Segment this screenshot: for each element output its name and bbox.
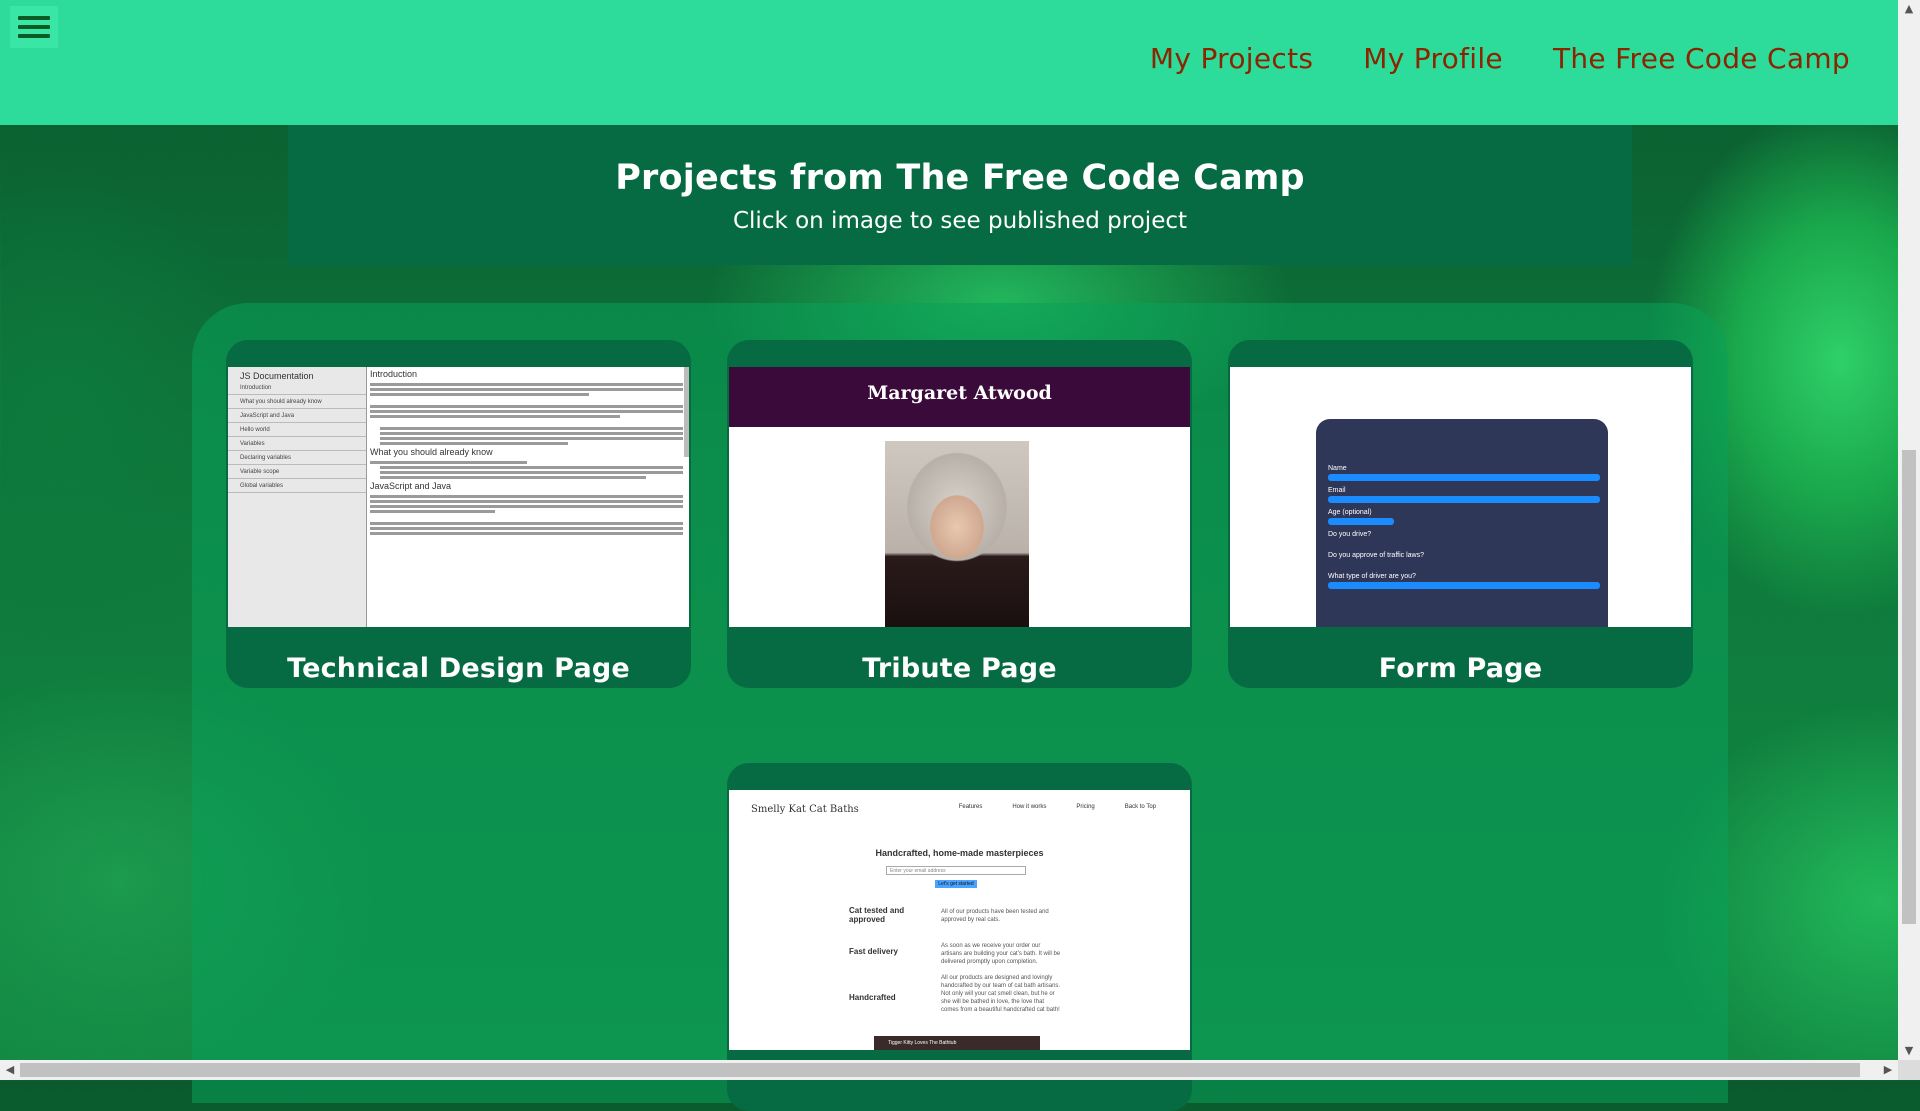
thumb-video: Tigger Kitty Loves The Bathtub (874, 1036, 1040, 1050)
thumb-sidebar-item: Variable scope (228, 465, 366, 479)
thumb-feature: Cat tested and approved (849, 906, 905, 924)
horizontal-scrollbar[interactable]: ◀ ▶ (0, 1060, 1898, 1080)
thumb-field-label: Name (1328, 465, 1347, 472)
project-card-product-landing: Smelly Kat Cat Baths Features How it wor… (727, 763, 1192, 1111)
thumb-feature-desc: As soon as we receive your order our art… (941, 943, 1061, 965)
thumb-feature: Fast delivery (849, 947, 898, 956)
nav-links: My Projects My Profile The Free Code Cam… (1150, 42, 1850, 75)
scrollbar-corner (1898, 1060, 1920, 1080)
thumb-email-field: Enter your email address (886, 866, 1026, 875)
thumb-field-label: What type of driver are you? (1328, 573, 1416, 580)
thumb-cta-button: Let's get started (935, 880, 977, 888)
projects-header: Projects from The Free Code Camp Click o… (288, 125, 1632, 265)
scroll-right-arrow-icon[interactable]: ▶ (1878, 1061, 1898, 1079)
vertical-scroll-thumb[interactable] (1902, 450, 1916, 924)
thumb-feature: Handcrafted (849, 993, 896, 1002)
portrait-image (885, 441, 1029, 627)
thumb-sidebar-item: Introduction (228, 381, 366, 395)
thumb-tribute-title: Margaret Atwood (729, 367, 1190, 427)
vertical-scrollbar[interactable]: ▲ ▼ (1898, 0, 1920, 1060)
project-caption: Tribute Page (862, 653, 1057, 684)
thumb-sidebar-item: What you should already know (228, 395, 366, 409)
thumb-heading: Introduction (370, 369, 418, 379)
project-card-technical-design: JS Documentation Introduction What you s… (226, 340, 691, 688)
thumb-field-label: Do you approve of traffic laws? (1328, 552, 1424, 559)
thumb-survey-subtitle: Do YOU have a ticket to ride? (1401, 396, 1520, 406)
thumb-nav-item: How it works (1012, 804, 1047, 810)
thumb-sidebar-item: Global variables (228, 479, 366, 493)
thumb-heading: What you should already know (370, 447, 493, 457)
project-caption: Form Page (1378, 653, 1543, 684)
thumb-survey-form: Name Email Age (optional) Do you drive? … (1316, 419, 1608, 627)
thumb-feature-desc: All of our products have been tested and… (941, 909, 1049, 923)
thumb-sidebar-item: JavaScript and Java (228, 409, 366, 423)
nav-link-my-projects[interactable]: My Projects (1150, 42, 1313, 75)
page-subtitle: Click on image to see published project (732, 208, 1188, 234)
hamburger-menu-icon[interactable] (10, 6, 58, 48)
thumb-field-label: Age (optional) (1328, 509, 1372, 516)
thumb-nav-item: Back to Top (1124, 804, 1156, 810)
thumb-sidebar-title: JS Documentation (240, 371, 314, 381)
thumb-nav: Features How it works Pricing Back to To… (959, 804, 1156, 810)
thumb-sidebar: JS Documentation Introduction What you s… (228, 367, 367, 627)
scroll-left-arrow-icon[interactable]: ◀ (0, 1061, 20, 1079)
project-thumbnail-product-landing[interactable]: Smelly Kat Cat Baths Features How it wor… (729, 790, 1190, 1050)
top-navbar: My Projects My Profile The Free Code Cam… (0, 0, 1898, 125)
scroll-up-arrow-icon[interactable]: ▲ (1899, 0, 1919, 18)
thumb-sidebar-item: Variables (228, 437, 366, 451)
nav-link-my-profile[interactable]: My Profile (1363, 42, 1503, 75)
thumb-field-label: Do you drive? (1328, 531, 1372, 538)
thumb-sidebar-item: Hello world (228, 423, 366, 437)
thumb-brand: Smelly Kat Cat Baths (751, 804, 859, 815)
project-thumbnail-form[interactable]: Traffic Survey Do YOU have a ticket to r… (1230, 367, 1691, 627)
thumb-survey-title: Traffic Survey (1396, 371, 1525, 394)
project-caption: Technical Design Page (287, 653, 630, 684)
page-title: Projects from The Free Code Camp (615, 158, 1305, 198)
nav-link-free-code-camp[interactable]: The Free Code Camp (1553, 42, 1850, 75)
project-card-tribute: Margaret Atwood Tribute Page (727, 340, 1192, 688)
thumb-nav-item: Features (958, 804, 983, 810)
thumb-field-label: Email (1328, 487, 1346, 494)
project-gallery: JS Documentation Introduction What you s… (192, 303, 1728, 1111)
thumb-hero: Handcrafted, home-made masterpieces (875, 848, 1044, 858)
project-thumbnail-technical-design[interactable]: JS Documentation Introduction What you s… (228, 367, 689, 627)
scroll-down-arrow-icon[interactable]: ▼ (1899, 1042, 1919, 1060)
thumb-feature-desc: All our products are designed and loving… (941, 975, 1061, 1013)
thumb-heading: JavaScript and Java (370, 481, 452, 491)
project-thumbnail-tribute[interactable]: Margaret Atwood (729, 367, 1190, 627)
horizontal-scroll-thumb[interactable] (20, 1063, 1860, 1077)
thumb-nav-item: Pricing (1076, 804, 1095, 810)
thumb-sidebar-item: Declaring variables (228, 451, 366, 465)
thumb-main: Introduction What you should already kno… (370, 367, 683, 537)
project-card-form: Traffic Survey Do YOU have a ticket to r… (1228, 340, 1693, 688)
